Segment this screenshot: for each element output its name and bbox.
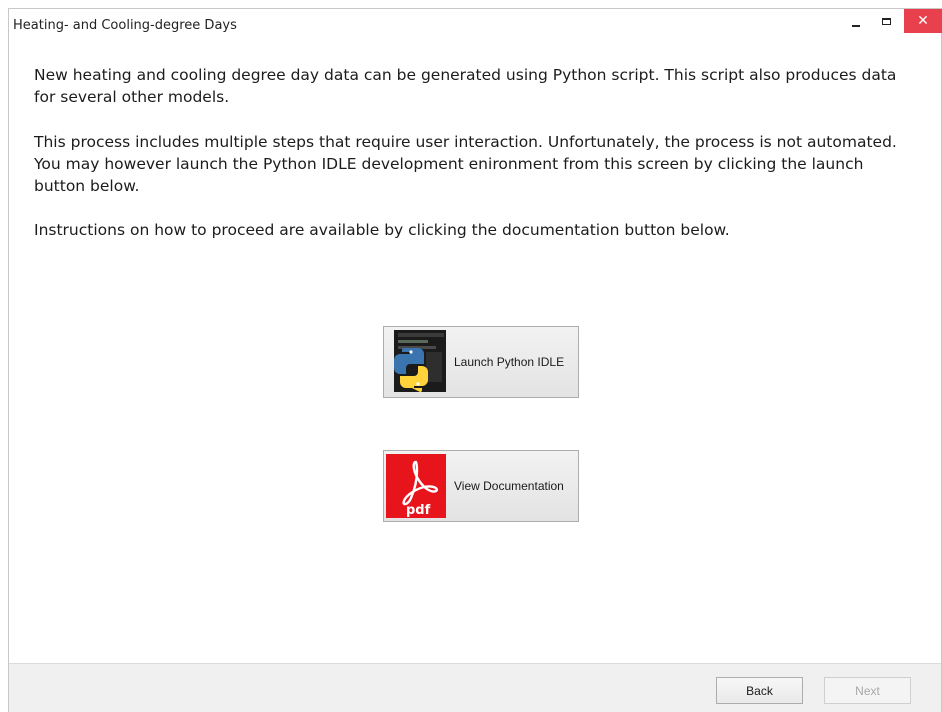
back-button[interactable]: Back	[716, 677, 803, 704]
paragraph-instructions: Instructions on how to proceed are avail…	[34, 221, 730, 239]
paragraph-process: This process includes multiple steps tha…	[34, 133, 897, 195]
window-title: Heating- and Cooling-degree Days	[13, 18, 237, 33]
docs-button-label: View Documentation	[454, 479, 564, 493]
view-documentation-button[interactable]: pdf View Documentation	[383, 450, 579, 522]
close-button[interactable]: ✕	[904, 9, 942, 33]
dialog-window: Heating- and Cooling-degree Days ✕ New h…	[8, 8, 942, 712]
pdf-label: pdf	[406, 503, 431, 518]
pdf-icon: pdf	[386, 454, 446, 518]
launch-button-label: Launch Python IDLE	[454, 355, 565, 369]
launch-python-idle-button[interactable]: Launch Python IDLE	[383, 326, 579, 398]
maximize-button[interactable]	[877, 9, 895, 33]
minimize-button[interactable]	[847, 9, 865, 33]
minimize-icon	[852, 25, 860, 27]
title-bar: Heating- and Cooling-degree Days ✕	[9, 9, 942, 42]
maximize-icon	[881, 17, 891, 25]
description-text: New heating and cooling degree day data …	[34, 64, 914, 263]
close-icon: ✕	[917, 13, 929, 29]
python-icon	[386, 330, 446, 394]
paragraph-intro: New heating and cooling degree day data …	[34, 66, 897, 106]
next-button[interactable]: Next	[824, 677, 911, 704]
footer-bar: Back Next	[9, 663, 941, 712]
